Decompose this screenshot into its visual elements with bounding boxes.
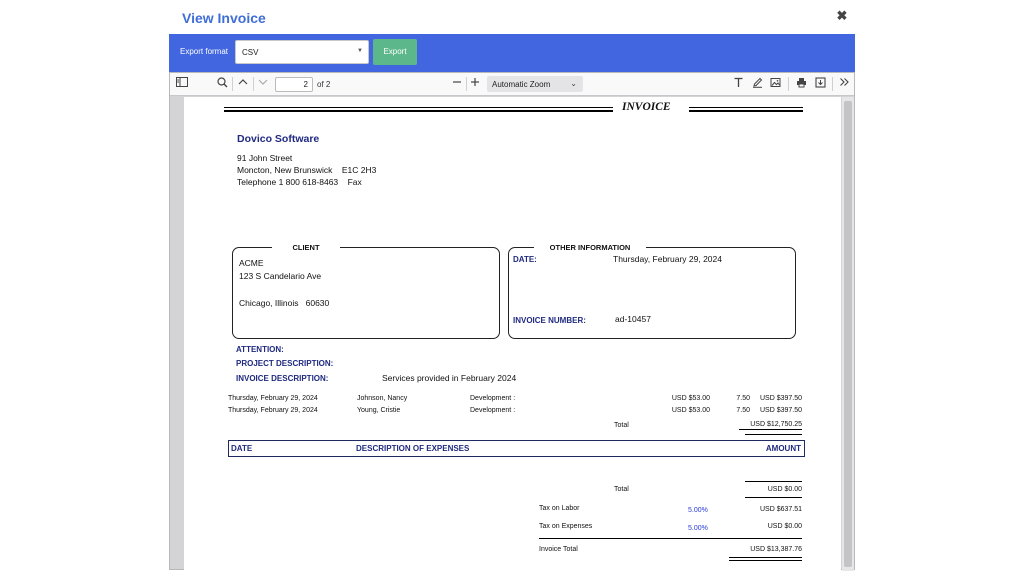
tax-expenses-label: Tax on Expenses	[539, 523, 593, 530]
image-tool-icon[interactable]	[768, 77, 782, 91]
close-icon[interactable]: ✖	[835, 9, 849, 23]
invoice-total-double-rule	[729, 557, 802, 558]
client-box	[232, 247, 500, 339]
project-description-label: PROJECT DESCRIPTION:	[236, 359, 334, 368]
tax-labor-rate: 5.00%	[688, 507, 708, 514]
toolbar-separator	[832, 77, 833, 91]
next-page-icon[interactable]	[256, 77, 270, 91]
labor-task: Development :	[470, 395, 516, 402]
invoice-total-value: USD $13,387.76	[750, 546, 802, 553]
labor-total-label: Total	[614, 422, 629, 429]
company-address-line2: Moncton, New Brunswick E1C 2H3	[237, 165, 377, 175]
expenses-amount-header: AMOUNT	[765, 444, 801, 453]
labor-rate: USD $53.00	[671, 395, 710, 402]
pdf-toolbar: 2 of 2 Automatic Zoom ⌄	[170, 73, 854, 96]
tax-labor-value: USD $637.51	[759, 506, 802, 513]
date-label: DATE:	[513, 255, 537, 264]
toolbar-separator	[466, 77, 467, 91]
dialog-title: View Invoice	[182, 10, 266, 26]
export-button[interactable]: Export	[373, 39, 417, 65]
heading-rule	[689, 107, 803, 108]
text-tool-icon[interactable]	[731, 77, 745, 91]
toolbar-separator	[232, 77, 233, 91]
client-city: Chicago, Illinois 60630	[239, 298, 330, 308]
expenses-description-header: DESCRIPTION OF EXPENSES	[356, 444, 470, 453]
company-phone: Telephone 1 800 618-8463 Fax	[237, 177, 362, 187]
invoice-dialog: View Invoice ✖ Export format CSV ▼ Expor…	[169, 0, 855, 571]
save-icon[interactable]	[813, 77, 827, 91]
invoice-total-label: Invoice Total	[539, 546, 578, 553]
export-format-value: CSV	[242, 48, 259, 57]
labor-hours: 7.50	[736, 407, 750, 414]
pdf-viewer: 2 of 2 Automatic Zoom ⌄ INVOICE Dovico S…	[169, 72, 855, 571]
attention-label: ATTENTION:	[236, 345, 284, 354]
zoom-value: Automatic Zoom	[492, 80, 551, 89]
labor-employee: Young, Cristie	[357, 407, 401, 414]
invoice-total-rule	[539, 538, 802, 539]
invoice-description-value: Services provided in February 2024	[382, 373, 517, 383]
invoice-heading: INVOICE	[622, 101, 671, 113]
client-box-title: CLIENT	[272, 243, 340, 252]
export-format-select[interactable]: CSV ▼	[235, 40, 369, 64]
expenses-total-value: USD $0.00	[767, 486, 802, 493]
labor-date: Thursday, February 29, 2024	[228, 407, 318, 414]
tax-expenses-rate: 5.00%	[688, 525, 708, 532]
client-street: 123 S Candelario Ave	[239, 271, 322, 281]
invoice-number-label: INVOICE NUMBER:	[513, 316, 586, 325]
client-name: ACME	[239, 258, 264, 268]
company-address-line1: 91 John Street	[237, 153, 293, 163]
heading-rule	[689, 110, 803, 112]
company-name: Dovico Software	[237, 133, 320, 145]
invoice-number-value: ad-10457	[615, 314, 651, 324]
invoice-total-double-rule	[729, 560, 802, 561]
zoom-out-icon[interactable]	[450, 77, 464, 91]
labor-hours: 7.50	[736, 395, 750, 402]
zoom-select[interactable]: Automatic Zoom ⌄	[487, 76, 583, 92]
previous-page-icon[interactable]	[236, 77, 250, 91]
print-icon[interactable]	[794, 77, 808, 91]
tax-expenses-value: USD $0.00	[767, 523, 802, 530]
more-tools-icon[interactable]	[837, 77, 851, 91]
labor-amount: USD $397.50	[759, 407, 802, 414]
total-rule	[745, 497, 802, 498]
toolbar-separator	[253, 77, 254, 91]
labor-task: Development :	[470, 407, 516, 414]
tax-labor-label: Tax on Labor	[539, 505, 580, 512]
labor-amount: USD $397.50	[759, 395, 802, 402]
labor-rate: USD $53.00	[671, 407, 710, 414]
pdf-page: INVOICE Dovico Software 91 John Street M…	[184, 97, 841, 571]
invoice-description-label: INVOICE DESCRIPTION:	[236, 374, 329, 383]
total-double-rule	[745, 434, 802, 435]
find-icon[interactable]	[215, 77, 229, 91]
scrollbar-thumb[interactable]	[844, 101, 852, 567]
expenses-date-header: DATE	[231, 444, 253, 453]
labor-date: Thursday, February 29, 2024	[228, 395, 318, 402]
dialog-title-bar: View Invoice ✖	[169, 0, 855, 34]
date-value: Thursday, February 29, 2024	[613, 254, 722, 264]
toolbar-separator	[788, 77, 789, 91]
sidebar-toggle-icon[interactable]	[175, 77, 189, 91]
chevron-down-icon: ▼	[357, 48, 363, 54]
chevron-down-icon: ⌄	[570, 79, 577, 88]
pdf-scrollbar[interactable]	[842, 97, 854, 571]
heading-rule	[224, 107, 613, 108]
draw-tool-icon[interactable]	[750, 77, 764, 91]
labor-employee: Johnson, Nancy	[357, 395, 408, 402]
expenses-total-label: Total	[614, 486, 629, 493]
other-info-title: OTHER INFORMATION	[534, 243, 646, 252]
total-rule	[745, 481, 802, 482]
expenses-header: DATE DESCRIPTION OF EXPENSES AMOUNT	[228, 440, 805, 457]
zoom-in-icon[interactable]	[468, 77, 482, 91]
page-count: of 2	[317, 80, 331, 89]
labor-total-value: USD $12,750.25	[739, 421, 802, 430]
export-format-label: Export format	[180, 47, 229, 56]
heading-rule	[224, 110, 613, 112]
export-toolbar: Export format CSV ▼ Export	[169, 34, 855, 72]
page-number-input[interactable]: 2	[275, 77, 313, 92]
